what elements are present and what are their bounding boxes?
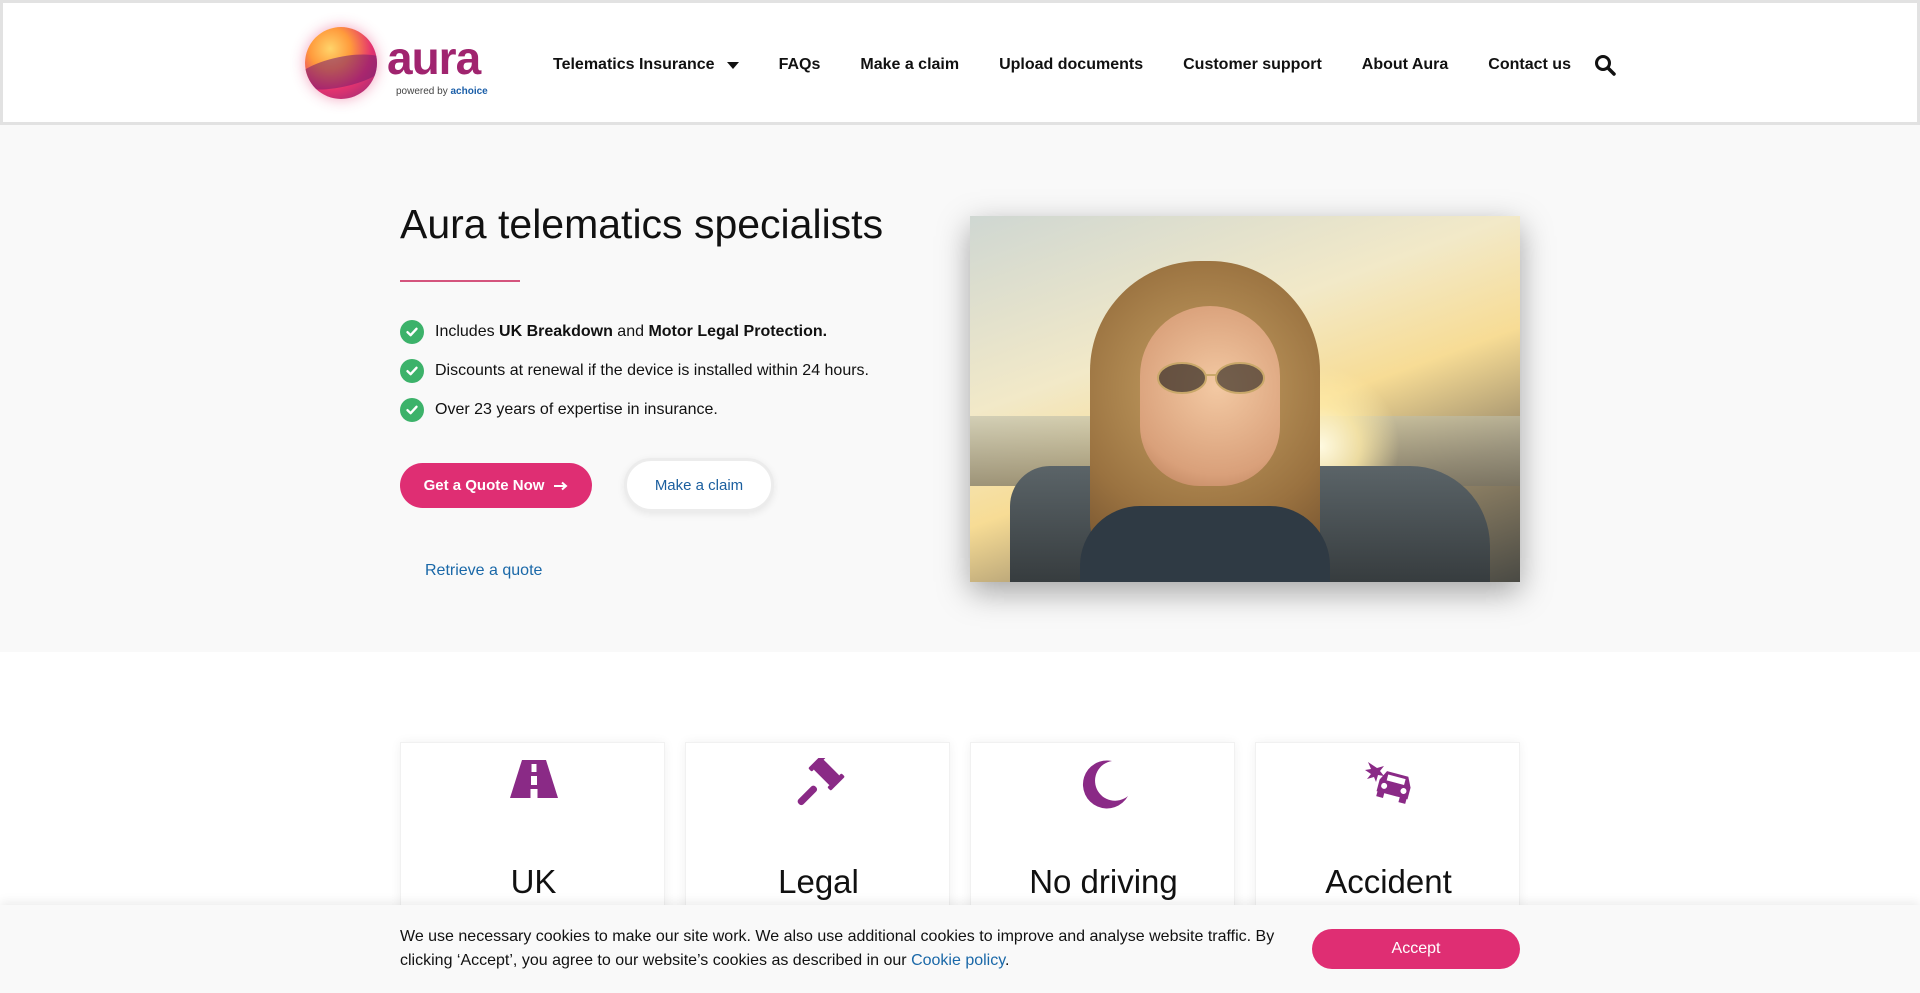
- check-circle-icon: [400, 398, 424, 422]
- cookie-banner: We use necessary cookies to make our sit…: [0, 905, 1920, 993]
- feature-title: Accident: [1325, 863, 1452, 900]
- check-circle-icon: [400, 320, 424, 344]
- site-header: aura powered by achoice Telematics Insur…: [0, 0, 1920, 125]
- photo-face: [1140, 306, 1280, 486]
- arrow-right-icon: [554, 478, 568, 494]
- cookie-message: We use necessary cookies to make our sit…: [400, 925, 1300, 973]
- road-icon: [401, 758, 666, 814]
- aura-logo-mark: [305, 27, 377, 99]
- benefit-item: Over 23 years of expertise in insurance.: [400, 398, 869, 422]
- nav-item-label: Telematics Insurance: [553, 56, 715, 73]
- feature-title: Legal: [778, 863, 859, 900]
- hero-section: Aura telematics specialists Includes UK …: [0, 125, 1920, 652]
- car-crash-icon: [1256, 758, 1521, 814]
- benefit-strong-uk-breakdown: UK Breakdown: [499, 323, 613, 340]
- benefit-text-part: Includes: [435, 323, 500, 340]
- hero-photo: [970, 216, 1520, 582]
- nav-faqs[interactable]: FAQs: [779, 56, 821, 74]
- benefit-list: Includes UK Breakdown and Motor Legal Pr…: [400, 320, 869, 437]
- main-nav: Telematics Insurance FAQs Make a claim U…: [553, 53, 1611, 77]
- powered-by-brand: achoice: [450, 86, 488, 97]
- logo-wordmark: aura: [387, 32, 481, 84]
- benefit-text: Discounts at renewal if the device is in…: [435, 362, 869, 379]
- photo-jacket: [1080, 506, 1330, 582]
- nav-telematics-insurance[interactable]: Telematics Insurance: [553, 56, 739, 74]
- check-circle-icon: [400, 359, 424, 383]
- benefit-item: Includes UK Breakdown and Motor Legal Pr…: [400, 320, 869, 344]
- gavel-icon: [686, 758, 951, 814]
- retrieve-quote-link[interactable]: Retrieve a quote: [425, 562, 542, 580]
- hero-title: Aura telematics specialists: [400, 201, 884, 247]
- search-icon[interactable]: [1594, 54, 1618, 78]
- get-quote-button[interactable]: Get a Quote Now: [400, 463, 592, 508]
- feature-title: No driving: [1029, 863, 1178, 900]
- get-quote-label: Get a Quote Now: [423, 477, 545, 494]
- make-claim-button[interactable]: Make a claim: [624, 458, 774, 512]
- cookie-text-end: .: [1005, 952, 1010, 969]
- chevron-down-icon: [726, 61, 739, 69]
- accept-cookies-button[interactable]: Accept: [1312, 929, 1520, 969]
- nav-about-aura[interactable]: About Aura: [1362, 56, 1449, 74]
- feature-title: UK: [510, 863, 557, 900]
- cookie-policy-link[interactable]: Cookie policy: [911, 952, 1005, 969]
- nav-contact-us[interactable]: Contact us: [1488, 56, 1571, 74]
- nav-upload-documents[interactable]: Upload documents: [999, 56, 1143, 74]
- benefit-strong-legal-protection: Motor Legal Protection.: [648, 323, 828, 340]
- cookie-text: We use necessary cookies to make our sit…: [400, 928, 1275, 969]
- moon-icon: [971, 758, 1236, 814]
- benefit-text: Includes UK Breakdown and Motor Legal Pr…: [435, 323, 827, 341]
- powered-by-text: powered by: [396, 86, 448, 97]
- aura-logo[interactable]: aura powered by achoice: [305, 25, 488, 105]
- logo-powered-by: powered by achoice: [396, 86, 488, 97]
- benefit-text: Over 23 years of expertise in insurance.: [435, 401, 718, 418]
- nav-customer-support[interactable]: Customer support: [1183, 56, 1322, 74]
- benefit-text-part: and: [612, 323, 649, 340]
- title-divider: [400, 280, 520, 282]
- sunglasses-icon: [1157, 362, 1265, 394]
- nav-make-a-claim[interactable]: Make a claim: [860, 56, 959, 74]
- benefit-item: Discounts at renewal if the device is in…: [400, 359, 869, 383]
